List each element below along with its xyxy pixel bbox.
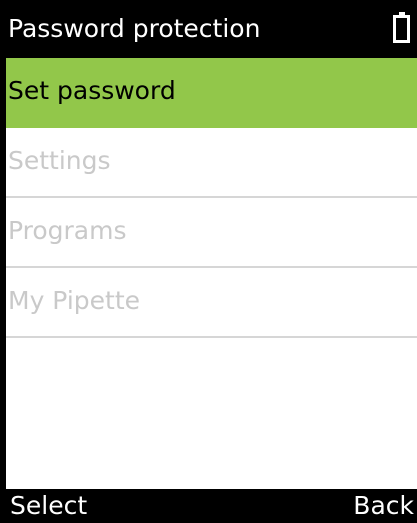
- menu-list: Set password Settings Programs My Pipett…: [6, 58, 417, 489]
- back-softkey[interactable]: Back: [353, 491, 414, 521]
- menu-item-set-password[interactable]: Set password: [6, 58, 417, 128]
- menu-item-programs[interactable]: Programs: [6, 198, 417, 268]
- title-bar: Password protection: [0, 0, 417, 58]
- menu-item-label: Set password: [8, 76, 176, 105]
- battery-icon: [393, 12, 410, 43]
- softkey-bar: Select Back: [0, 489, 417, 523]
- screen-title: Password protection: [8, 14, 261, 43]
- menu-item-settings[interactable]: Settings: [6, 128, 417, 198]
- menu-item-label: My Pipette: [8, 286, 141, 315]
- menu-item-label: Programs: [8, 216, 127, 245]
- menu-item-my-pipette[interactable]: My Pipette: [6, 268, 417, 338]
- menu-item-label: Settings: [8, 146, 111, 175]
- select-softkey[interactable]: Select: [10, 491, 87, 521]
- device-screen: Password protection Set password Setting…: [0, 0, 417, 523]
